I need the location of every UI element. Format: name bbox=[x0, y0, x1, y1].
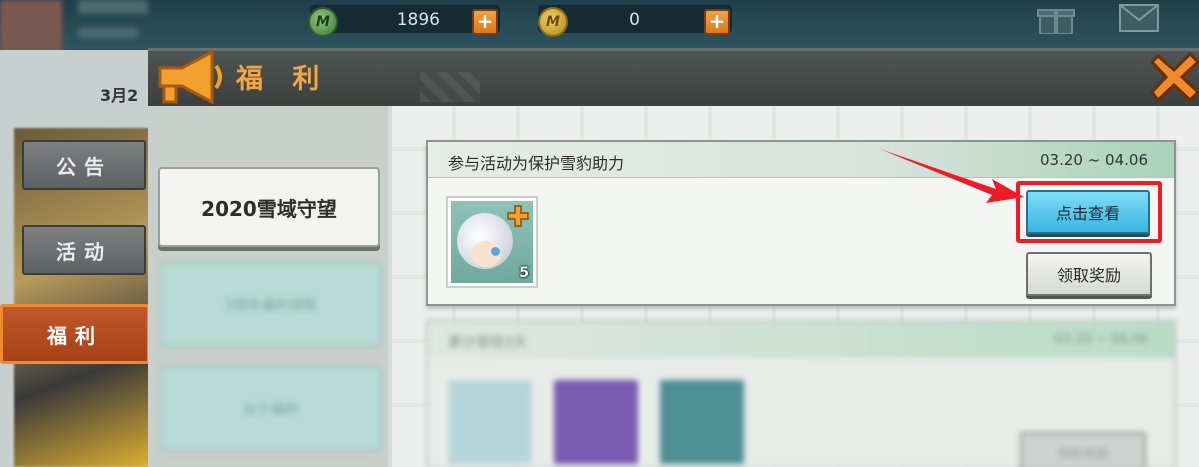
currency-gold-value: 0 bbox=[629, 10, 640, 30]
reward-item-icon bbox=[554, 380, 638, 464]
mini-coin-icon: M bbox=[308, 7, 338, 37]
panel-title: 福 利 bbox=[236, 64, 330, 95]
category-button-blurred[interactable]: 3周年福利领取 bbox=[160, 262, 382, 347]
add-coin-button[interactable]: + bbox=[472, 9, 498, 35]
category-button-blurred[interactable]: 女仆福利 bbox=[160, 366, 382, 451]
plus-badge-icon bbox=[507, 205, 529, 227]
player-name-blurred bbox=[78, 0, 148, 14]
player-avatar bbox=[0, 0, 62, 52]
event-title: 参与活动为保护雪豹助力 bbox=[448, 154, 625, 173]
sidebar-item-notice[interactable]: 公告 bbox=[22, 140, 146, 190]
event-card-2-header: 累计登陆3天 03.20 ~ 04.06 bbox=[428, 322, 1174, 358]
highlight-box bbox=[1016, 181, 1162, 243]
snow-leopard-avatar-icon: 5 bbox=[451, 201, 533, 283]
event-card-header: 参与活动为保护雪豹助力 03.20 ~ 04.06 bbox=[428, 142, 1174, 178]
mini-bean-icon: M bbox=[538, 7, 568, 37]
annotation-arrow-icon bbox=[880, 149, 1024, 203]
megaphone-icon bbox=[158, 49, 222, 105]
reward-item-icon bbox=[660, 380, 744, 464]
event-date-range: 03.20 ~ 04.06 bbox=[1040, 151, 1148, 169]
claim-reward-button[interactable]: 领取奖励 bbox=[1026, 252, 1152, 296]
event-2-date-range: 03.20 ~ 04.06 bbox=[1054, 332, 1148, 347]
game-screen: 3月2 M 1896 + M 0 + 公告 活动 福利 福 利 2020雪域守望… bbox=[0, 0, 1199, 467]
category-button-snow[interactable]: 2020雪域守望 bbox=[158, 167, 380, 247]
close-icon[interactable] bbox=[1150, 50, 1199, 102]
claim-reward-button-2[interactable]: 领取奖励 bbox=[1020, 432, 1146, 467]
currency-green-value: 1896 bbox=[396, 10, 440, 30]
sidebar-item-welfare[interactable]: 福利 bbox=[0, 304, 150, 364]
player-id-blurred bbox=[78, 28, 138, 38]
reward-count: 5 bbox=[519, 265, 529, 281]
event-card-blurred: 累计登陆3天 03.20 ~ 04.06 领取奖励 bbox=[426, 320, 1176, 467]
background-date: 3月2 bbox=[100, 86, 139, 105]
header-decoration bbox=[420, 72, 480, 102]
sidebar-item-activity[interactable]: 活动 bbox=[22, 225, 146, 275]
reward-item-slot[interactable]: 5 bbox=[446, 196, 538, 288]
gift-icon[interactable] bbox=[1036, 2, 1076, 34]
currency-green-bar: M 1896 + bbox=[308, 5, 500, 37]
mail-icon[interactable] bbox=[1118, 3, 1160, 33]
add-bean-button[interactable]: + bbox=[704, 9, 730, 35]
currency-gold-bar: M 0 + bbox=[538, 5, 732, 37]
event-2-title: 累计登陆3天 bbox=[448, 335, 527, 351]
reward-item-icon bbox=[448, 380, 532, 464]
